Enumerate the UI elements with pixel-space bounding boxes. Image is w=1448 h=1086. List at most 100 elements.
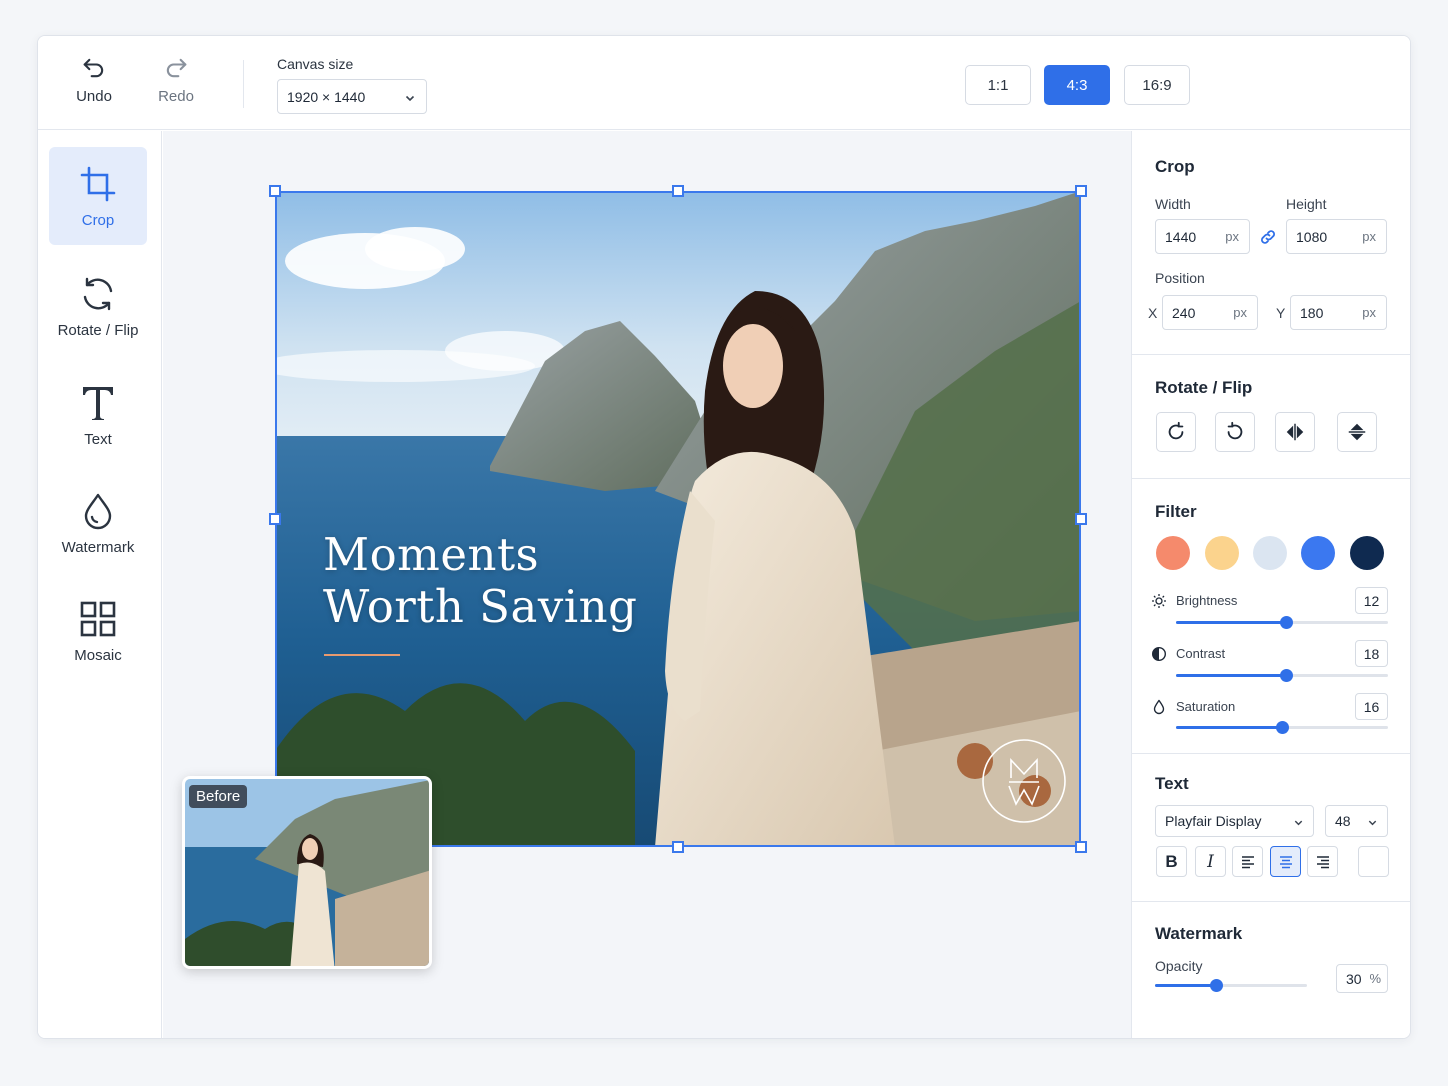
before-preview[interactable]: Before <box>182 776 432 969</box>
font-family-select[interactable]: Playfair Display <box>1155 805 1314 837</box>
align-right-button[interactable] <box>1307 846 1338 877</box>
font-family-value: Playfair Display <box>1165 813 1262 829</box>
undo-button[interactable]: Undo <box>59 54 129 114</box>
ratio-label: 16:9 <box>1142 76 1172 94</box>
filter-swatch-blue[interactable] <box>1301 536 1335 570</box>
position-y-unit: px <box>1362 305 1376 320</box>
ratio-16-9-button[interactable]: 16:9 <box>1124 65 1190 105</box>
width-label: Width <box>1155 196 1191 212</box>
rotate-right-icon <box>1168 421 1184 440</box>
tool-text[interactable]: Text <box>49 366 147 464</box>
flip-horizontal-icon <box>1286 423 1304 441</box>
crop-handle-top-left[interactable] <box>269 185 281 197</box>
before-badge: Before <box>189 785 248 808</box>
crop-handle-right[interactable] <box>1075 513 1087 525</box>
tool-rotate-flip[interactable]: Rotate / Flip <box>49 257 147 355</box>
chevron-down-icon <box>1294 820 1303 826</box>
text-icon <box>83 386 113 420</box>
rotate-icon <box>83 277 113 310</box>
flip-vertical-icon <box>1348 423 1366 441</box>
text-color-button[interactable] <box>1358 846 1389 877</box>
contrast-label: Contrast <box>1176 646 1226 661</box>
watermark-section-title: Watermark <box>1155 924 1243 943</box>
filter-swatch-navy[interactable] <box>1350 536 1384 570</box>
crop-handle-bottom[interactable] <box>672 841 684 853</box>
italic-button[interactable]: I <box>1195 846 1226 877</box>
brightness-label: Brightness <box>1176 593 1238 608</box>
ratio-4-3-button[interactable]: 4:3 <box>1044 65 1110 105</box>
redo-label: Redo <box>158 88 194 105</box>
opacity-field[interactable]: 30 % <box>1336 964 1388 993</box>
width-field[interactable]: 1440 px <box>1155 219 1250 254</box>
width-value: 1440 <box>1165 228 1197 245</box>
bold-button[interactable]: B <box>1156 846 1187 877</box>
tool-label: Watermark <box>61 538 135 556</box>
filter-section: Filter Brightness 12 Contrast 18 Saturat… <box>1132 479 1410 754</box>
height-unit: px <box>1362 229 1376 244</box>
crop-handle-top[interactable] <box>672 185 684 197</box>
saturation-slider-knob[interactable] <box>1276 721 1289 734</box>
contrast-value[interactable]: 18 <box>1355 640 1388 667</box>
crop-handle-bottom-right[interactable] <box>1075 841 1087 853</box>
flip-horizontal-button[interactable] <box>1275 412 1315 452</box>
tool-label: Text <box>84 430 112 448</box>
opacity-slider-knob[interactable] <box>1209 979 1223 992</box>
saturation-slider[interactable] <box>1176 721 1388 734</box>
tool-mosaic[interactable]: Mosaic <box>49 582 147 680</box>
position-x-unit: px <box>1233 305 1247 320</box>
text-section-title: Text <box>1155 774 1189 793</box>
tool-label: Mosaic <box>74 646 122 664</box>
saturation-droplet-icon <box>1153 699 1165 715</box>
brightness-slider-fill <box>1176 621 1287 624</box>
opacity-slider[interactable] <box>1155 979 1307 992</box>
height-field[interactable]: 1080 px <box>1286 219 1387 254</box>
rotate-right-button[interactable] <box>1156 412 1196 452</box>
tool-label: Crop <box>81 211 115 229</box>
crop-handle-left[interactable] <box>269 513 281 525</box>
font-size-select[interactable]: 48 <box>1325 805 1388 837</box>
tool-watermark[interactable]: Watermark <box>49 474 147 572</box>
position-x-field[interactable]: 240 px <box>1162 295 1258 330</box>
height-label: Height <box>1286 196 1327 212</box>
brightness-value[interactable]: 12 <box>1355 587 1388 614</box>
filter-swatch-coral[interactable] <box>1156 536 1190 570</box>
align-left-button[interactable] <box>1232 846 1263 877</box>
align-center-button[interactable] <box>1270 846 1301 877</box>
align-right-icon <box>1316 855 1329 868</box>
y-label: Y <box>1276 305 1286 321</box>
brightness-slider[interactable] <box>1176 616 1388 629</box>
sun-icon <box>1152 594 1166 608</box>
chevron-down-icon <box>405 95 415 102</box>
redo-button[interactable]: Redo <box>141 54 211 114</box>
tool-crop[interactable]: Crop <box>49 147 147 245</box>
canvas-stage: Moments Worth Saving Before <box>163 131 1131 1038</box>
droplet-icon <box>84 493 112 529</box>
rotate-left-button[interactable] <box>1215 412 1255 452</box>
opacity-label: Opacity <box>1155 958 1203 974</box>
watermark-section: Watermark Opacity 30 % <box>1132 902 1410 1038</box>
position-x-value: 240 <box>1172 304 1196 321</box>
crop-handle-top-right[interactable] <box>1075 185 1087 197</box>
ratio-1-1-button[interactable]: 1:1 <box>965 65 1031 105</box>
bold-label: B <box>1165 851 1178 871</box>
saturation-value[interactable]: 16 <box>1355 693 1388 720</box>
crop-section-title: Crop <box>1155 157 1195 176</box>
contrast-icon <box>1151 646 1167 662</box>
contrast-slider[interactable] <box>1176 669 1388 682</box>
saturation-label: Saturation <box>1176 699 1236 714</box>
position-y-field[interactable]: 180 px <box>1290 295 1387 330</box>
text-section: Text Playfair Display 48 B I <box>1132 754 1410 902</box>
flip-vertical-button[interactable] <box>1337 412 1377 452</box>
font-size-value: 48 <box>1335 813 1351 829</box>
brightness-slider-knob[interactable] <box>1280 616 1294 629</box>
opacity-slider-fill <box>1155 984 1216 987</box>
contrast-slider-knob[interactable] <box>1280 669 1294 682</box>
link-icon[interactable] <box>1258 227 1278 247</box>
canvas-size-label: Canvas size <box>277 56 354 72</box>
position-y-value: 180 <box>1300 304 1324 321</box>
toolbar-divider <box>243 60 244 108</box>
canvas-size-select[interactable]: 1920 × 1440 <box>277 79 427 114</box>
filter-swatch-mist[interactable] <box>1253 536 1287 570</box>
filter-swatch-peach[interactable] <box>1205 536 1239 570</box>
crop-frame[interactable] <box>269 185 1087 853</box>
